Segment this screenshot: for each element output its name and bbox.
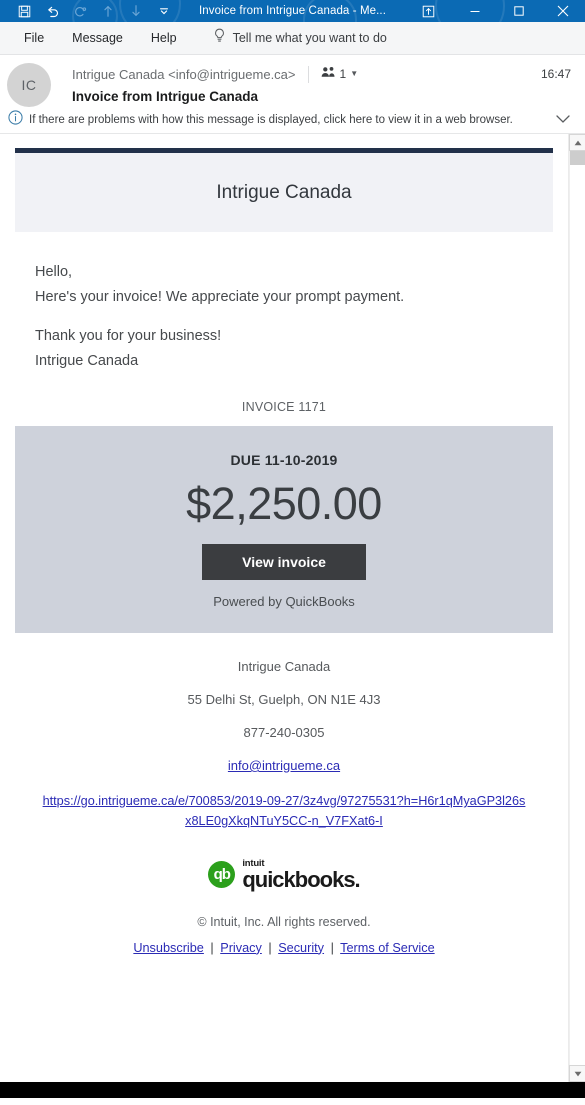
recipients-summary[interactable]: 1 ▼ [321, 65, 358, 83]
quickbooks-wordmark: intuit quickbooks. [242, 859, 360, 892]
contact-block: Intrigue Canada 55 Delhi St, Guelph, ON … [0, 659, 568, 773]
thanks-line: Thank you for your business! [35, 328, 222, 344]
redo-icon[interactable] [66, 0, 94, 22]
ribbon-tabs: File Message Help Tell me what you want … [0, 22, 585, 55]
quickbooks-logo: qb intuit quickbooks. [0, 859, 568, 891]
privacy-link[interactable]: Privacy [220, 941, 262, 955]
invoice-intro-line: Here's your invoice! We appreciate your … [35, 289, 405, 305]
invoice-amount-panel: DUE 11-10-2019 $2,250.00 View invoice Po… [15, 426, 553, 633]
scroll-up-button[interactable] [569, 134, 585, 151]
info-icon [8, 110, 23, 130]
save-icon[interactable] [10, 0, 38, 22]
quickbooks-mark-icon: qb [208, 861, 236, 889]
contact-address: 55 Delhi St, Guelph, ON N1E 4J3 [187, 692, 381, 707]
contact-email-link[interactable]: info@intrigueme.ca [228, 758, 340, 773]
info-bar-text: If there are problems with how this mess… [29, 114, 513, 126]
undo-icon[interactable] [38, 0, 66, 22]
people-icon [321, 65, 336, 83]
chevron-down-icon[interactable]: ▼ [350, 70, 358, 78]
message-subject: Invoice from Intrigue Canada [72, 89, 259, 104]
email-brand-header: Intrigue Canada [15, 148, 553, 232]
header-divider [307, 65, 309, 83]
tell-me-search[interactable]: Tell me what you want to do [191, 28, 387, 48]
invoice-amount: $2,250.00 [186, 478, 382, 529]
copyright-text: © Intuit, Inc. All rights reserved. [197, 914, 371, 929]
link-separator: | [210, 940, 214, 955]
title-bar: Invoice from Intrigue Canada - Me... [0, 0, 585, 22]
close-icon[interactable] [541, 0, 585, 22]
info-bar[interactable]: If there are problems with how this mess… [0, 107, 585, 134]
ribbon-display-options-icon[interactable] [403, 0, 453, 22]
scrollbar-track[interactable] [569, 151, 585, 1065]
greeting-line: Hello, [35, 264, 73, 280]
status-strip [0, 1082, 585, 1098]
reading-pane: Intrigue Canada Hello, Here's your invoi… [0, 134, 585, 1082]
due-date: DUE 11-10-2019 [230, 452, 338, 468]
powered-by-label: Powered by QuickBooks [213, 594, 355, 609]
security-link[interactable]: Security [278, 941, 324, 955]
chevron-down-icon[interactable] [555, 111, 577, 129]
signature-line: Intrigue Canada [35, 353, 139, 369]
window-controls [403, 0, 585, 22]
recipient-count: 1 [339, 67, 347, 81]
customize-quick-access-toolbar-icon[interactable] [150, 0, 178, 22]
quick-access-toolbar [0, 0, 178, 22]
link-separator: | [330, 940, 334, 955]
message-header: IC Intrigue Canada <info@intrigueme.ca> … [0, 55, 585, 107]
maximize-icon[interactable] [497, 0, 541, 22]
tracking-link-block: https://go.intrigueme.ca/e/700853/2019-0… [0, 791, 568, 831]
email-body: Intrigue Canada Hello, Here's your invoi… [0, 148, 568, 1082]
tab-message[interactable]: Message [58, 22, 137, 55]
brand-name: Intrigue Canada [216, 181, 352, 203]
tell-me-label: Tell me what you want to do [232, 31, 387, 45]
lightbulb-icon [213, 28, 226, 48]
scrollbar-thumb[interactable] [570, 151, 585, 165]
scroll-down-button[interactable] [569, 1065, 585, 1082]
quickbooks-label: quickbooks. [242, 866, 360, 892]
link-separator: | [268, 940, 272, 955]
unsubscribe-link[interactable]: Unsubscribe [133, 941, 204, 955]
message-time: 16:47 [540, 67, 571, 81]
view-invoice-button[interactable]: View invoice [202, 544, 366, 580]
email-message-text: Hello, Here's your invoice! We appreciat… [35, 260, 568, 374]
outlook-message-window: Invoice from Intrigue Canada - Me... Fil… [0, 0, 585, 1105]
tracking-link[interactable]: https://go.intrigueme.ca/e/700853/2019-0… [43, 794, 526, 828]
footer-links: Unsubscribe | Privacy | Security | Terms… [0, 941, 568, 955]
terms-of-service-link[interactable]: Terms of Service [340, 941, 434, 955]
tab-file[interactable]: File [10, 22, 58, 55]
tab-help[interactable]: Help [137, 22, 191, 55]
next-item-icon[interactable] [122, 0, 150, 22]
contact-company: Intrigue Canada [237, 659, 331, 674]
vertical-scrollbar[interactable] [568, 134, 585, 1082]
minimize-icon[interactable] [453, 0, 497, 22]
sender-address[interactable]: Intrigue Canada <info@intrigueme.ca> [72, 67, 296, 82]
avatar: IC [7, 63, 51, 107]
contact-phone: 877-240-0305 [243, 725, 325, 740]
previous-item-icon[interactable] [94, 0, 122, 22]
invoice-number: INVOICE 1171 [241, 400, 327, 414]
